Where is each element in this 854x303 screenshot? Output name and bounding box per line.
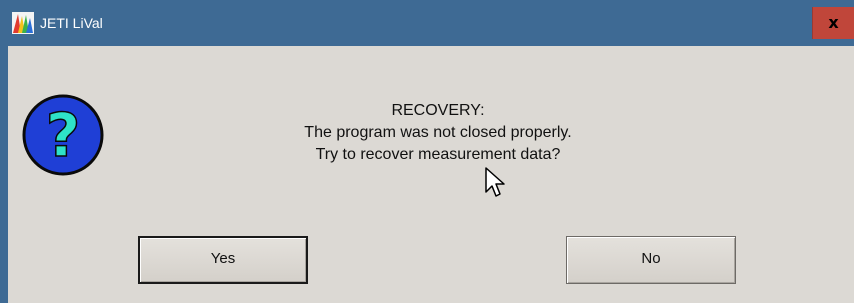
dialog-window: JETI LiVal x ? RECOVERY: The program was… (0, 0, 854, 303)
yes-button[interactable]: Yes (138, 236, 308, 284)
close-button[interactable]: x (812, 7, 854, 39)
dialog-message: RECOVERY: The program was not closed pro… (188, 100, 688, 166)
close-icon: x (828, 13, 839, 32)
no-button[interactable]: No (566, 236, 736, 284)
title-bar[interactable]: JETI LiVal x (0, 0, 854, 46)
message-heading: RECOVERY: (391, 102, 485, 119)
question-mark-icon: ? (22, 94, 104, 176)
svg-text:?: ? (46, 101, 81, 171)
mouse-pointer-icon (485, 167, 505, 197)
app-icon (12, 12, 34, 34)
dialog-body: ? RECOVERY: The program was not closed p… (8, 46, 854, 303)
message-line-1: The program was not closed properly. (304, 124, 572, 141)
message-line-2: Try to recover measurement data? (315, 146, 561, 163)
window-title: JETI LiVal (40, 15, 103, 31)
